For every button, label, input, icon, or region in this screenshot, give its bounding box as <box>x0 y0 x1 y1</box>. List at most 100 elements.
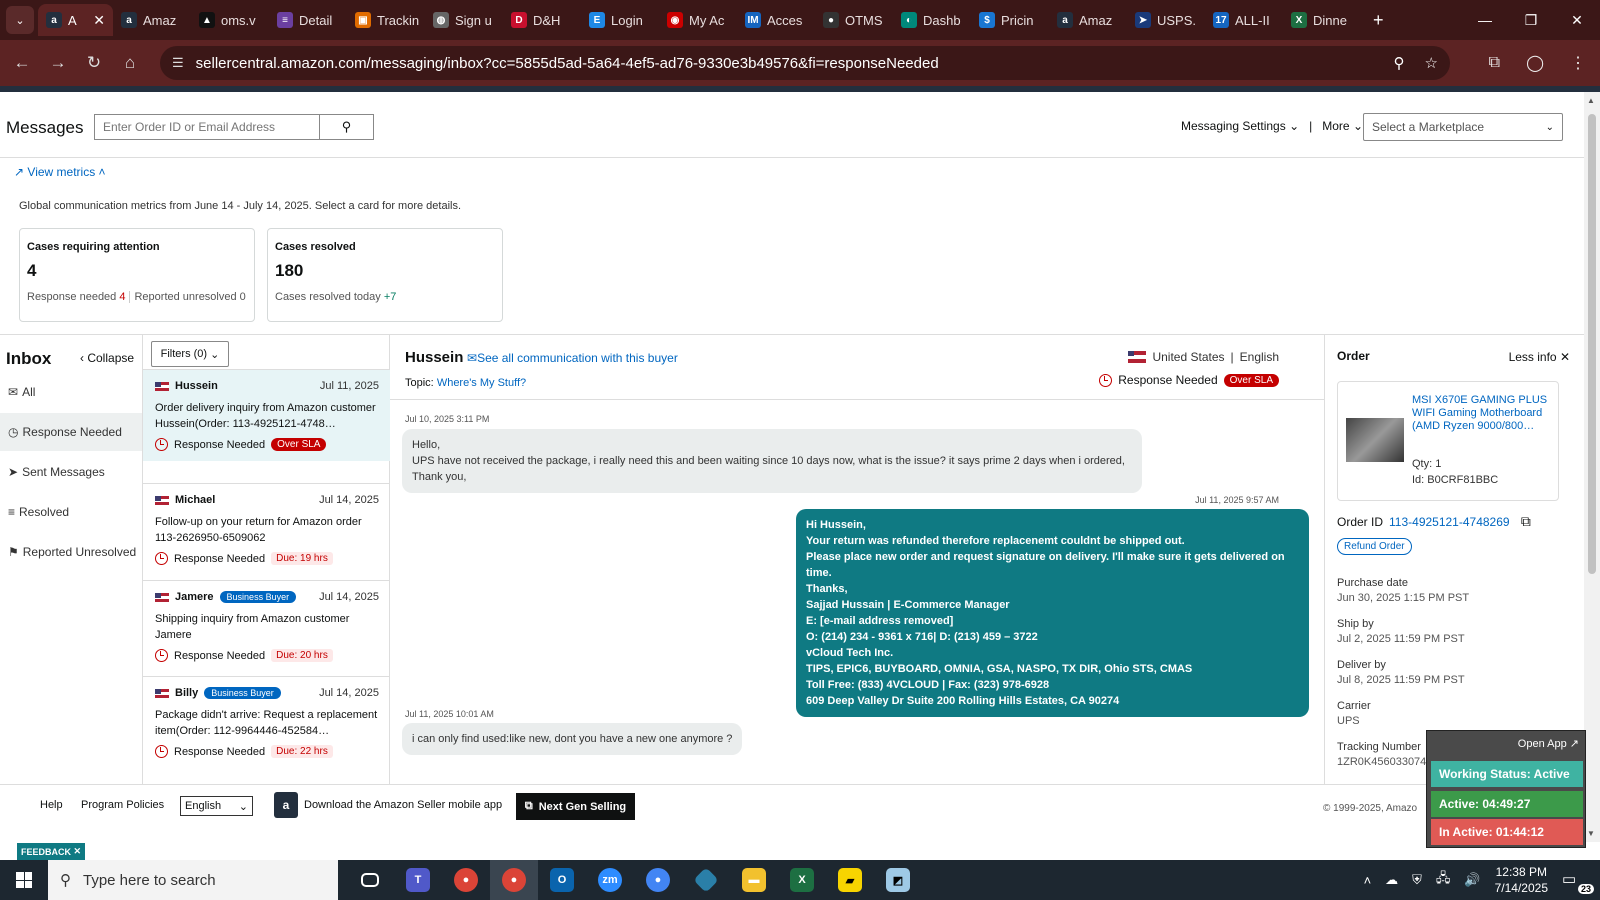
outlook-icon[interactable]: O <box>538 860 586 900</box>
page-scrollbar[interactable]: ▲ ▼ <box>1584 92 1600 842</box>
notifications-icon[interactable]: ▭ 23 <box>1562 870 1594 894</box>
messaging-settings-dropdown[interactable]: Messaging Settings ⌄ <box>1181 119 1299 133</box>
next-gen-selling-button[interactable]: ⧉ Next Gen Selling <box>516 793 635 820</box>
nav-reported-unresolved[interactable]: ⚑ Reported Unresolved <box>0 533 142 571</box>
nav-all[interactable]: ✉ All <box>0 373 142 411</box>
chrome-icon[interactable]: ● <box>442 860 490 900</box>
less-info-button[interactable]: Less info ✕ <box>1509 350 1570 364</box>
search-icon: ⚲ <box>60 872 71 889</box>
inbox-list-item[interactable]: Billy Business Buyer Jul 14, 2025 Package d… <box>143 676 391 768</box>
language-select[interactable]: English ⌄ <box>180 796 253 816</box>
browser-menu-icon[interactable]: ⋮ <box>1570 53 1586 73</box>
bookmark-star-icon[interactable]: ☆ <box>1425 54 1438 72</box>
view-metrics-toggle[interactable]: ↗ View metrics ˄ <box>14 165 106 179</box>
browser-tab[interactable]: ◍ Sign u <box>425 4 503 36</box>
browser-tab[interactable]: ◐ Dashb <box>893 4 971 36</box>
dashboard-icon: ◐ <box>901 12 917 28</box>
see-all-link[interactable]: ✉See all communication with this buyer <box>467 351 678 365</box>
task-view-icon[interactable] <box>346 860 394 900</box>
item-date: Jul 14, 2025 <box>319 591 379 603</box>
browser-tab[interactable]: ➤ USPS. <box>1127 4 1205 36</box>
download-app-link[interactable]: Download the Amazon Seller mobile app <box>304 799 502 811</box>
new-tab-button[interactable]: + <box>1361 10 1396 31</box>
scroll-up-icon[interactable]: ▲ <box>1587 96 1595 105</box>
browser-tab[interactable]: 17 ALL-II <box>1205 4 1283 36</box>
start-button[interactable] <box>0 860 48 900</box>
volume-icon[interactable]: 🔊 <box>1464 872 1480 888</box>
site-info-icon[interactable]: ☰ <box>172 55 184 71</box>
browser-tab[interactable]: a Amaz <box>113 4 191 36</box>
chrome-profile-icon[interactable]: ● <box>634 860 682 900</box>
marketplace-select[interactable]: Select a Marketplace ⌄ <box>1363 113 1563 141</box>
browser-tab[interactable]: D D&H <box>503 4 581 36</box>
product-name-link[interactable]: MSI X670E GAMING PLUS WIFI Gaming Mother… <box>1412 394 1552 433</box>
close-window-icon[interactable]: ✕ <box>1554 12 1600 29</box>
cases-attention-card[interactable]: Cases requiring attention 4 Response nee… <box>19 228 255 322</box>
taskbar-search[interactable]: ⚲ Type here to search <box>48 860 338 900</box>
chevron-up-icon[interactable]: ˄ <box>1364 873 1372 888</box>
network-icon[interactable]: 🖧 <box>1436 869 1451 891</box>
browser-tab[interactable]: a A ✕ <box>38 4 113 36</box>
browser-tab[interactable]: X Dinne <box>1283 4 1361 36</box>
minimize-icon[interactable]: — <box>1462 12 1508 29</box>
scrollbar-thumb[interactable] <box>1588 114 1596 574</box>
teams-icon[interactable]: T <box>394 860 442 900</box>
browser-tab[interactable]: ≡ Detail <box>269 4 347 36</box>
business-buyer-badge: Business Buyer <box>219 591 297 603</box>
tab-search-icon[interactable]: ⌄ <box>6 6 34 34</box>
browser-tab[interactable]: ▲ oms.v <box>191 4 269 36</box>
inbox-list-item[interactable]: Hussein Jul 11, 2025 Order delivery inquir… <box>143 369 391 461</box>
more-dropdown[interactable]: More ⌄ <box>1322 119 1363 133</box>
browser-tab[interactable]: ◉ My Ac <box>659 4 737 36</box>
help-link[interactable]: Help <box>40 799 63 811</box>
taskbar-clock[interactable]: 12:38 PM 7/14/2025 <box>1495 864 1548 896</box>
filters-button[interactable]: Filters (0) ⌄ <box>151 341 229 367</box>
browser-tab[interactable]: $ Pricin <box>971 4 1049 36</box>
reload-icon[interactable]: ↻ <box>76 53 112 73</box>
program-policies-link[interactable]: Program Policies <box>81 799 164 811</box>
nav-sent-messages[interactable]: ➤ Sent Messages <box>0 453 142 491</box>
home-icon[interactable]: ⌂ <box>112 53 148 73</box>
profile-icon[interactable]: ◯ <box>1526 53 1544 73</box>
search-button[interactable]: ⚲ <box>319 115 373 139</box>
onedrive-icon[interactable]: ☁ <box>1385 872 1398 888</box>
browser-tab[interactable]: ● OTMS <box>815 4 893 36</box>
restore-icon[interactable]: ❐ <box>1508 12 1554 29</box>
nav-resolved[interactable]: ≡ Resolved <box>0 493 142 531</box>
nav-response-needed[interactable]: ◷ Response Needed <box>0 413 142 451</box>
snipping-tool-icon[interactable]: ◩ <box>874 860 922 900</box>
refund-order-button[interactable]: Refund Order <box>1337 538 1412 555</box>
tab-label: Acces <box>767 12 803 28</box>
excel-icon[interactable]: X <box>778 860 826 900</box>
browser-tab[interactable]: ▣ Trackin <box>347 4 425 36</box>
inbox-list-item[interactable]: Jamere Business Buyer Jul 14, 2025 Shipping… <box>143 580 391 672</box>
extensions-icon[interactable]: ⧉ <box>1489 54 1500 72</box>
open-app-button[interactable]: Open App ↗ <box>1518 737 1579 750</box>
search-input[interactable] <box>95 115 319 139</box>
close-tab-icon[interactable]: ✕ <box>93 12 105 29</box>
order-id-link[interactable]: 113-4925121-4748269 <box>1389 515 1510 529</box>
feedback-button[interactable]: FEEDBACK ✕ <box>17 843 85 860</box>
inbox-list-item[interactable]: Michael Jul 14, 2025 Follow-up on your ret… <box>143 483 391 575</box>
security-icon[interactable]: ⛨ <box>1412 872 1422 888</box>
cases-resolved-card[interactable]: Cases resolved 180 Cases resolved today … <box>267 228 503 322</box>
app-icon[interactable] <box>682 860 730 900</box>
topic-link[interactable]: Where's My Stuff? <box>437 377 526 389</box>
zoom-icon[interactable]: zm <box>586 860 634 900</box>
forward-icon[interactable]: → <box>40 53 76 73</box>
collapse-button[interactable]: ‹ Collapse <box>80 351 134 365</box>
item-header: Hussein Jul 11, 2025 <box>155 380 379 392</box>
browser-tab[interactable]: a Amaz <box>1049 4 1127 36</box>
copy-icon[interactable]: ⧉ <box>1521 513 1531 529</box>
item-header: Jamere Business Buyer Jul 14, 2025 <box>155 591 379 603</box>
browser-tab[interactable]: IM Acces <box>737 4 815 36</box>
clock-icon <box>1099 373 1113 387</box>
back-icon[interactable]: ← <box>4 53 40 73</box>
scroll-down-icon[interactable]: ▼ <box>1587 829 1595 838</box>
file-explorer-icon[interactable]: ▬ <box>730 860 778 900</box>
chrome-active-icon[interactable]: ● <box>490 860 538 900</box>
sticky-notes-icon[interactable]: ▰ <box>826 860 874 900</box>
browser-tab[interactable]: E Login <box>581 4 659 36</box>
zoom-icon[interactable]: ⚲ <box>1394 54 1405 72</box>
url-field[interactable]: ☰ sellercentral.amazon.com/messaging/inb… <box>160 46 1450 80</box>
